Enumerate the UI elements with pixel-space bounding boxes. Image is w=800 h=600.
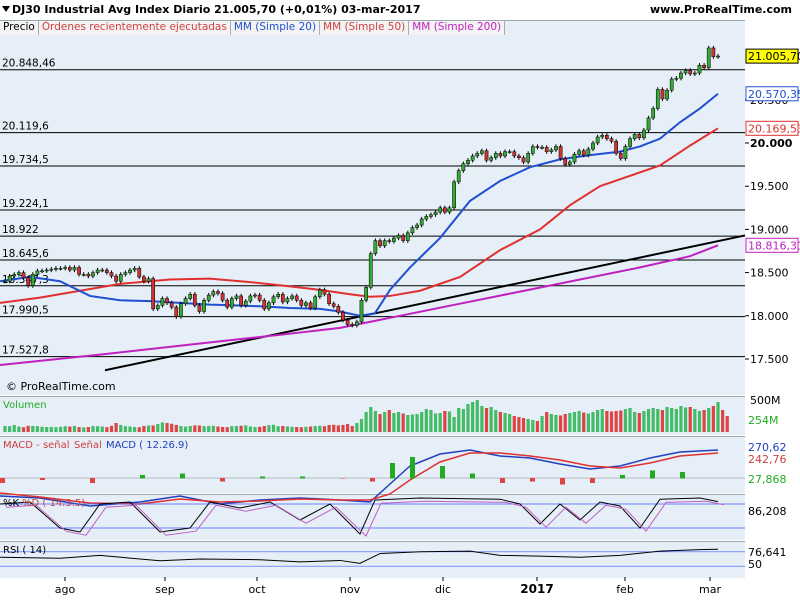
rsi-panel[interactable] [0,541,745,578]
price-panel[interactable]: Precio Órdenes recientemente ejecutadas … [0,20,745,395]
x-tick-label: 2017 [520,582,553,596]
x-tick-label: oct [248,583,266,596]
dropdown-icon[interactable] [2,6,10,12]
macd-axis[interactable] [745,436,800,492]
volume-panel[interactable] [0,396,745,435]
chart-window: DJ30 Industrial Avg Index Diario 21.005,… [0,0,800,600]
x-tick-label: ago [55,583,76,596]
x-tick-label: sep [155,583,174,596]
legend-sma20[interactable]: MM (Simple 20) [230,21,321,35]
x-tick-label: feb [616,583,634,596]
legend-sma200[interactable]: MM (Simple 200) [409,21,506,35]
stoch-axis[interactable] [745,494,800,539]
price-legend: Precio Órdenes recientemente ejecutadas … [0,21,506,35]
chart-title: DJ30 Industrial Avg Index Diario 21.005,… [12,3,421,16]
price-axis[interactable] [745,20,800,394]
site-link[interactable]: www.ProRealTime.com [650,3,792,16]
stoch-panel[interactable] [0,494,745,540]
legend-orders[interactable]: Órdenes recientemente ejecutadas [38,21,231,35]
legend-sma50[interactable]: MM (Simple 50) [320,21,410,35]
x-tick-label: dic [435,583,451,596]
volume-axis[interactable] [745,396,800,434]
macd-panel[interactable] [0,436,745,493]
x-tick-label: nov [340,583,361,596]
x-tick-label: mar [699,583,721,596]
chart-header: DJ30 Industrial Avg Index Diario 21.005,… [0,0,800,20]
legend-price[interactable]: Precio [0,21,39,35]
rsi-axis[interactable] [745,541,800,577]
